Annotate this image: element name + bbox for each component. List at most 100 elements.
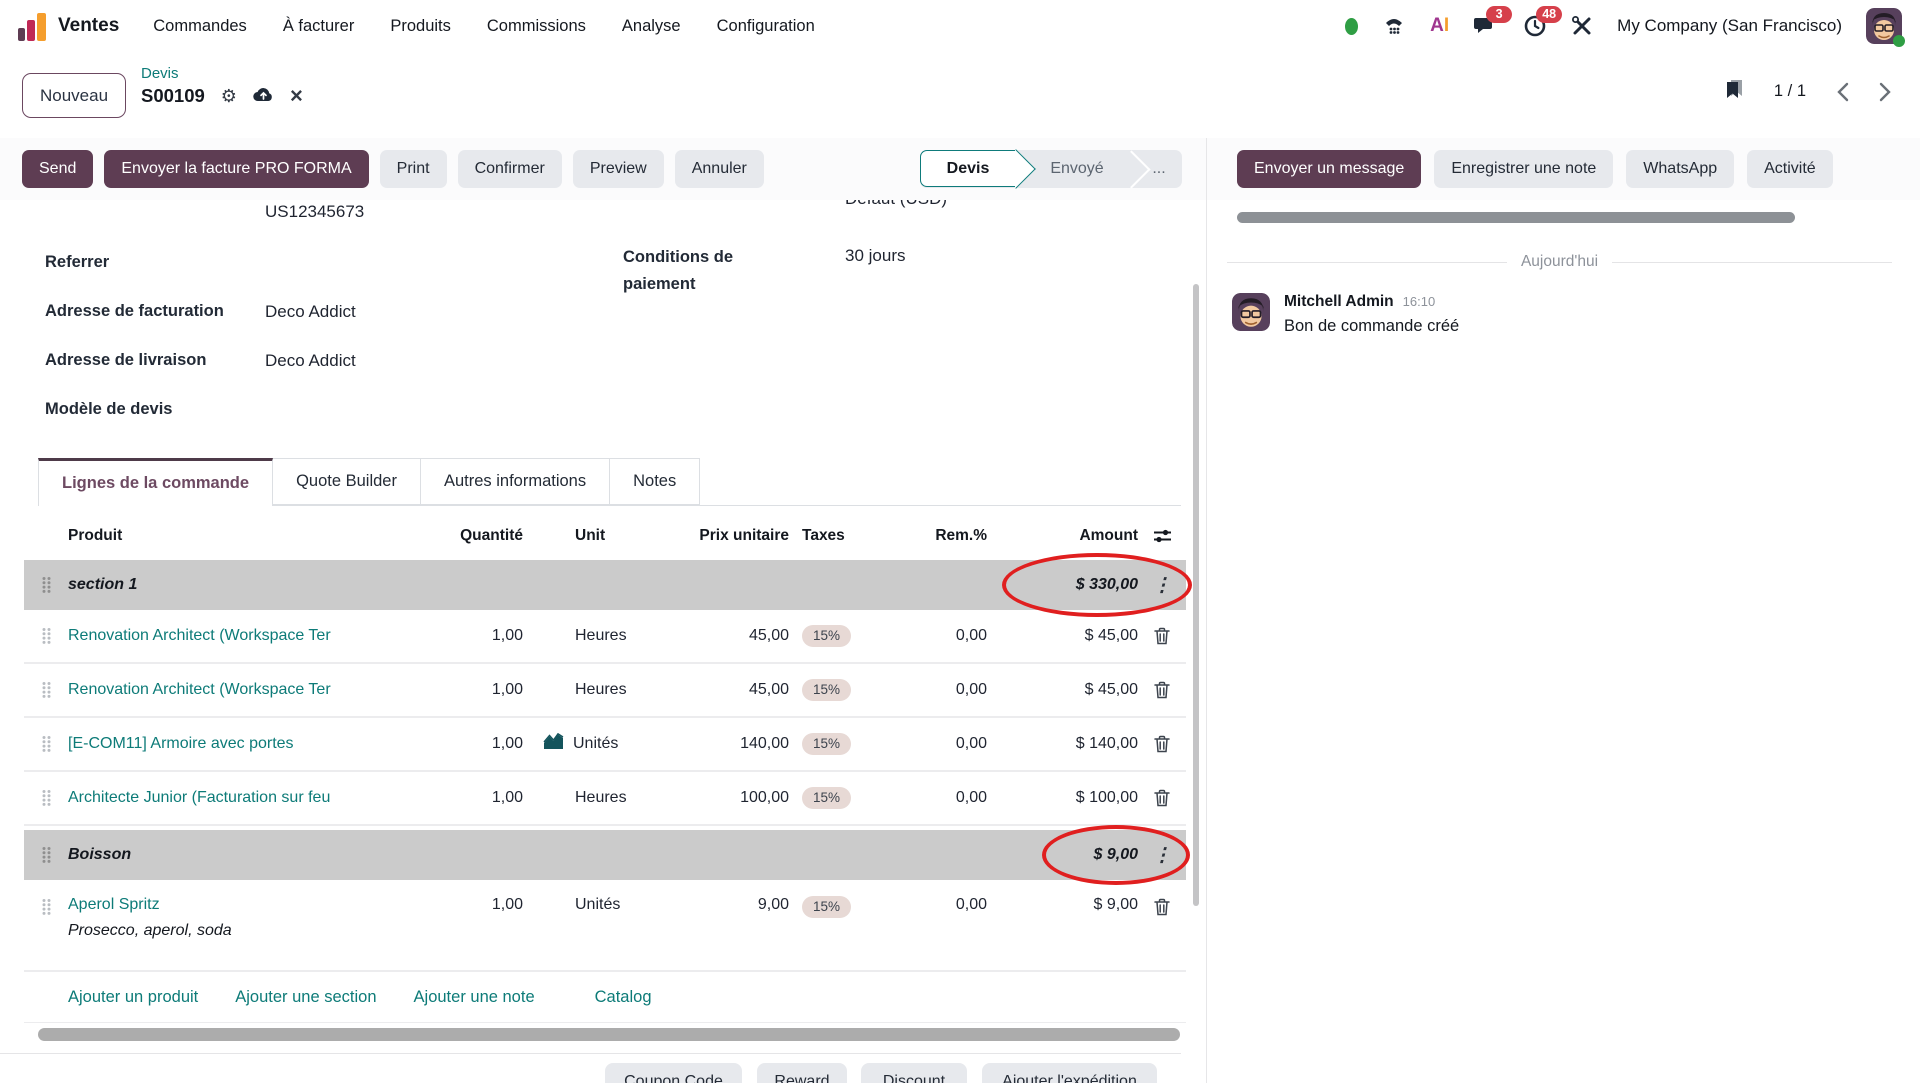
cell-qty[interactable]: 1,00: [424, 789, 523, 807]
cell-price[interactable]: 140,00: [655, 735, 789, 753]
menu-analyse[interactable]: Analyse: [622, 17, 681, 36]
cell-unit[interactable]: Unités: [523, 733, 655, 755]
cell-discount[interactable]: 0,00: [929, 880, 987, 914]
product-description[interactable]: Prosecco, aperol, soda: [68, 922, 424, 940]
header-qty[interactable]: Quantité: [424, 527, 523, 545]
cell-unit[interactable]: Heures: [523, 627, 655, 645]
coupon-code-button[interactable]: Coupon Code: [605, 1063, 742, 1083]
chatter-scrollbar[interactable]: [1237, 212, 1795, 223]
cell-taxes[interactable]: 15%: [789, 679, 929, 701]
tab-notes[interactable]: Notes: [610, 458, 700, 505]
delete-line-icon[interactable]: [1138, 789, 1186, 807]
tax-pill[interactable]: 15%: [802, 896, 851, 918]
header-taxes[interactable]: Taxes: [789, 527, 929, 545]
status-step-more[interactable]: ...: [1140, 150, 1178, 188]
activities-clock-icon[interactable]: 48: [1523, 14, 1547, 38]
header-rem[interactable]: Rem.%: [929, 527, 987, 545]
drag-handle-icon[interactable]: [24, 735, 68, 753]
fiscal-id-value[interactable]: US12345673: [265, 202, 364, 222]
user-avatar[interactable]: [1866, 8, 1902, 44]
cancel-button[interactable]: Annuler: [675, 150, 764, 188]
menu-configuration[interactable]: Configuration: [717, 17, 815, 36]
cell-price[interactable]: 9,00: [655, 880, 789, 914]
catalog-link[interactable]: Catalog: [595, 988, 652, 1007]
header-amount[interactable]: Amount: [987, 527, 1138, 545]
cell-discount[interactable]: 0,00: [929, 681, 987, 699]
activity-button[interactable]: Activité: [1747, 150, 1833, 188]
tools-icon[interactable]: [1571, 15, 1593, 37]
section-name[interactable]: Boisson: [68, 846, 987, 864]
product-link[interactable]: Renovation Architect (Workspace Ter: [68, 627, 424, 645]
menu-a-facturer[interactable]: À facturer: [283, 17, 355, 36]
cell-qty[interactable]: 1,00: [424, 627, 523, 645]
menu-commandes[interactable]: Commandes: [153, 17, 247, 36]
message-author[interactable]: Mitchell Admin: [1284, 293, 1394, 311]
cell-discount[interactable]: 0,00: [929, 789, 987, 807]
tax-pill[interactable]: 15%: [802, 733, 851, 755]
product-link[interactable]: [E-COM11] Armoire avec portes: [68, 735, 424, 753]
cell-price[interactable]: 100,00: [655, 789, 789, 807]
delivery-address-value[interactable]: Deco Addict: [265, 351, 356, 371]
menu-commissions[interactable]: Commissions: [487, 17, 586, 36]
breadcrumb-parent-link[interactable]: Devis: [141, 65, 303, 82]
confirm-button[interactable]: Confirmer: [458, 150, 562, 188]
send-message-button[interactable]: Envoyer un message: [1237, 150, 1421, 188]
menu-produits[interactable]: Produits: [390, 17, 451, 36]
ai-icon[interactable]: AI: [1430, 15, 1449, 37]
discuss-icon[interactable]: 3: [1473, 14, 1499, 38]
drag-handle-icon[interactable]: [24, 627, 68, 645]
cell-discount[interactable]: 0,00: [929, 735, 987, 753]
new-button[interactable]: Nouveau: [22, 73, 126, 118]
header-product[interactable]: Produit: [68, 527, 424, 545]
cell-unit[interactable]: Unités: [523, 880, 655, 914]
reward-button[interactable]: Reward: [757, 1063, 847, 1083]
status-step-envoye[interactable]: Envoyé: [1034, 150, 1120, 188]
product-link[interactable]: Architecte Junior (Facturation sur feu: [68, 789, 424, 807]
discard-icon[interactable]: ×: [290, 85, 303, 107]
status-step-devis[interactable]: Devis: [920, 150, 1015, 187]
cell-price[interactable]: 45,00: [655, 627, 789, 645]
forecast-chart-icon[interactable]: [543, 733, 564, 755]
tab-order-lines[interactable]: Lignes de la commande: [38, 458, 273, 506]
app-name[interactable]: Ventes: [58, 15, 119, 37]
pager-previous-icon[interactable]: [1836, 82, 1849, 102]
voip-phone-icon[interactable]: [1382, 14, 1406, 38]
currency-value[interactable]: Défaut (USD): [845, 200, 947, 209]
column-options-icon[interactable]: [1138, 528, 1186, 544]
save-cloud-icon[interactable]: [253, 87, 274, 106]
tab-other-info[interactable]: Autres informations: [421, 458, 610, 505]
settings-gear-icon[interactable]: ⚙: [221, 87, 237, 105]
drag-handle-icon[interactable]: [24, 846, 68, 864]
cell-taxes[interactable]: 15%: [789, 787, 929, 809]
company-switcher[interactable]: My Company (San Francisco): [1617, 16, 1842, 36]
delete-line-icon[interactable]: [1138, 627, 1186, 645]
preview-button[interactable]: Preview: [573, 150, 664, 188]
header-price[interactable]: Prix unitaire: [655, 527, 789, 545]
cell-qty[interactable]: 1,00: [424, 880, 523, 914]
cell-price[interactable]: 45,00: [655, 681, 789, 699]
tax-pill[interactable]: 15%: [802, 679, 851, 701]
send-proforma-button[interactable]: Envoyer la facture PRO FORMA: [104, 150, 368, 188]
product-link[interactable]: Renovation Architect (Workspace Ter: [68, 681, 424, 699]
send-button[interactable]: Send: [22, 150, 93, 188]
horizontal-scrollbar[interactable]: [38, 1028, 1180, 1041]
cell-qty[interactable]: 1,00: [424, 681, 523, 699]
drag-handle-icon[interactable]: [24, 789, 68, 807]
cell-taxes[interactable]: 15%: [789, 625, 929, 647]
cell-taxes[interactable]: 15%: [789, 880, 929, 918]
section-menu-icon[interactable]: ⋮: [1138, 576, 1186, 595]
add-note-link[interactable]: Ajouter une note: [414, 988, 535, 1007]
message-avatar[interactable]: [1232, 293, 1270, 331]
cell-unit[interactable]: Heures: [523, 789, 655, 807]
drag-handle-icon[interactable]: [24, 681, 68, 699]
product-link[interactable]: Aperol Spritz: [68, 896, 424, 914]
discount-button[interactable]: Discount: [861, 1063, 967, 1083]
bookmark-icon[interactable]: [1724, 78, 1744, 105]
print-button[interactable]: Print: [380, 150, 447, 188]
add-section-link[interactable]: Ajouter une section: [235, 988, 376, 1007]
cell-taxes[interactable]: 15%: [789, 733, 929, 755]
whatsapp-button[interactable]: WhatsApp: [1626, 150, 1734, 188]
header-unit[interactable]: Unit: [523, 527, 655, 545]
drag-handle-icon[interactable]: [24, 880, 68, 916]
tax-pill[interactable]: 15%: [802, 625, 851, 647]
